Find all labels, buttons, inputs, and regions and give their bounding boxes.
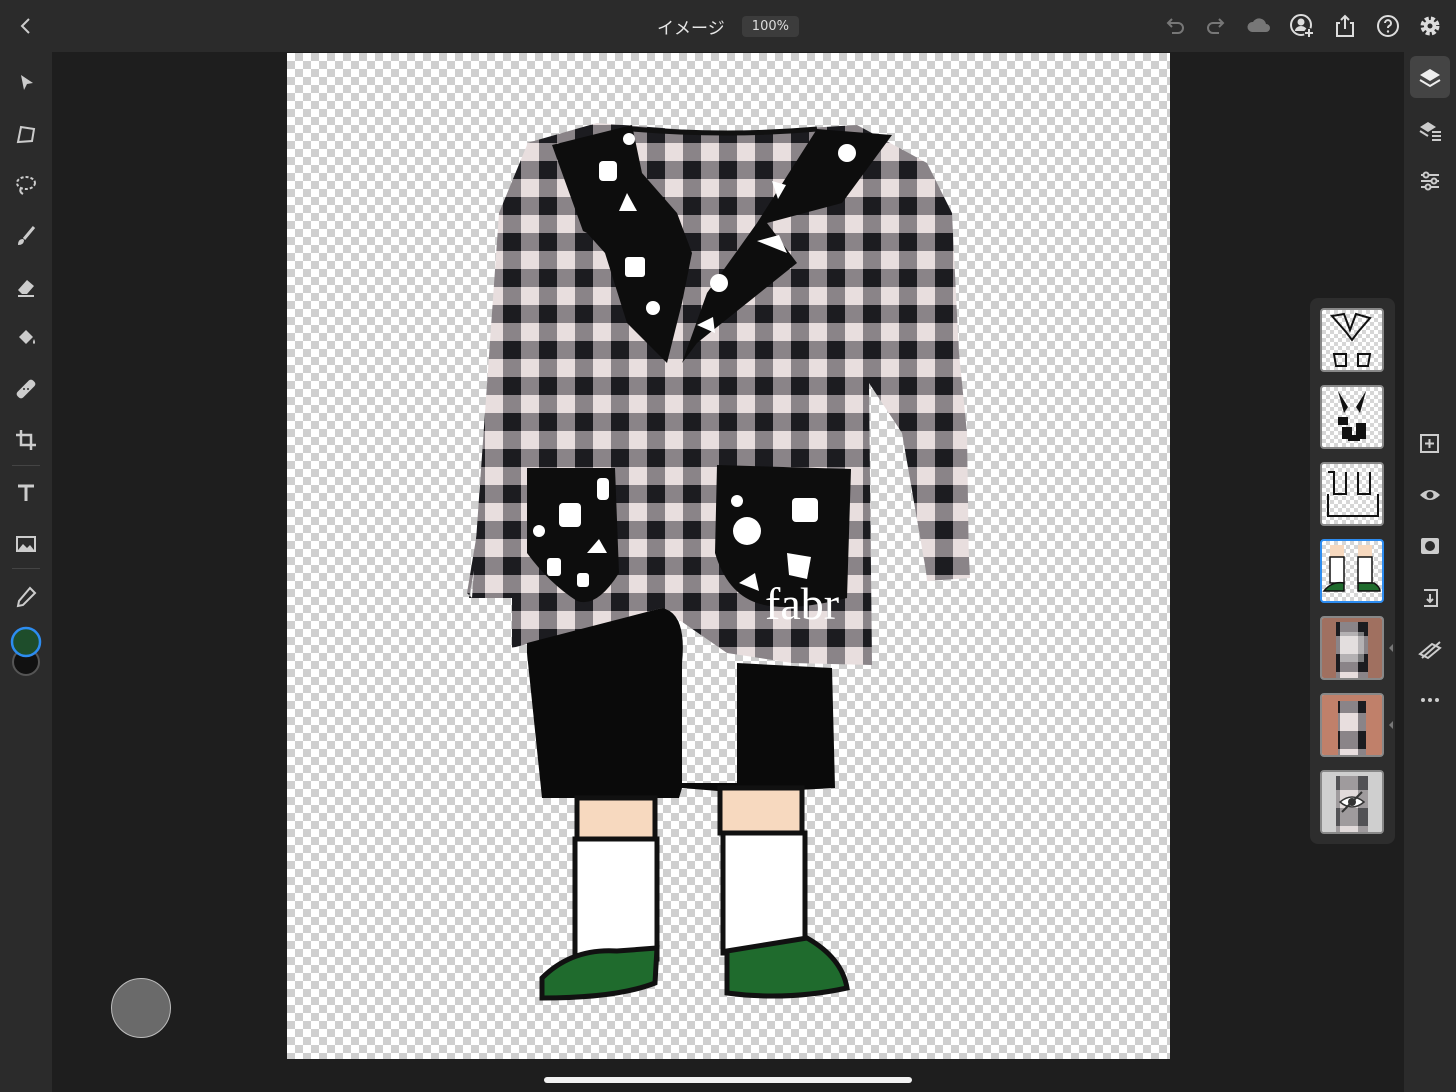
mask-icon[interactable] <box>1416 532 1444 560</box>
undo-icon[interactable] <box>1160 12 1188 40</box>
document-title[interactable]: イメージ <box>657 19 725 39</box>
right-sidebar <box>1404 52 1456 1092</box>
shirt <box>467 123 969 665</box>
zoom-level[interactable]: 100% <box>741 16 799 37</box>
share-icon[interactable] <box>1331 12 1359 40</box>
layer-thumbnail-5[interactable] <box>1320 616 1384 680</box>
lasso-icon[interactable] <box>12 171 40 199</box>
adjustments-icon[interactable] <box>1416 167 1444 195</box>
layer-thumbnail-7[interactable] <box>1320 770 1384 834</box>
fill-icon[interactable] <box>12 324 40 352</box>
add-user-icon[interactable] <box>1288 12 1316 40</box>
select-icon[interactable] <box>12 69 40 97</box>
right-sock <box>720 830 808 956</box>
cloud-icon[interactable] <box>1245 12 1273 40</box>
color-swatches[interactable] <box>8 624 44 680</box>
layers-icon[interactable] <box>1416 64 1444 92</box>
more-icon[interactable] <box>1416 686 1444 714</box>
touch-shortcut-button[interactable] <box>111 978 171 1038</box>
help-icon[interactable] <box>1374 12 1402 40</box>
layer-thumbnail-2[interactable] <box>1320 385 1384 449</box>
canvas-overlay-text: fabr <box>765 578 839 629</box>
layer-thumbnail-3[interactable] <box>1320 462 1384 526</box>
layer-properties-icon[interactable] <box>1416 117 1444 145</box>
toolbar-divider <box>12 465 40 466</box>
brush-icon[interactable] <box>12 222 40 250</box>
crop-icon[interactable] <box>12 426 40 454</box>
home-indicator <box>544 1077 912 1083</box>
left-toolbar <box>0 52 52 1092</box>
layer-thumbnail-4[interactable] <box>1320 539 1384 603</box>
right-shoe <box>724 935 850 999</box>
visibility-icon[interactable] <box>1416 481 1444 509</box>
clear-icon[interactable] <box>1416 636 1444 664</box>
redo-icon[interactable] <box>1203 12 1231 40</box>
text-icon[interactable] <box>12 479 40 507</box>
gear-icon[interactable] <box>1416 12 1444 40</box>
add-layer-icon[interactable] <box>1416 430 1444 458</box>
eraser-icon[interactable] <box>12 273 40 301</box>
layers-panel <box>1310 298 1395 844</box>
image-icon[interactable] <box>12 530 40 558</box>
group-indicator-icon <box>1389 721 1393 729</box>
artwork: fabr <box>467 123 970 1001</box>
artboard-canvas[interactable]: fabr <box>287 53 1170 1059</box>
eyedropper-icon[interactable] <box>12 583 40 611</box>
merge-down-icon[interactable] <box>1416 584 1444 612</box>
healing-icon[interactable] <box>12 375 40 403</box>
layer-thumbnail-1[interactable] <box>1320 308 1384 372</box>
transform-icon[interactable] <box>12 120 40 148</box>
top-bar: イメージ 100% <box>0 0 1456 52</box>
left-sock <box>572 836 660 962</box>
foreground-color-swatch[interactable] <box>10 626 42 658</box>
left-shoe <box>539 945 660 1001</box>
layer-thumbnail-6[interactable] <box>1320 693 1384 757</box>
group-indicator-icon <box>1389 644 1393 652</box>
toolbar-divider <box>12 568 40 569</box>
